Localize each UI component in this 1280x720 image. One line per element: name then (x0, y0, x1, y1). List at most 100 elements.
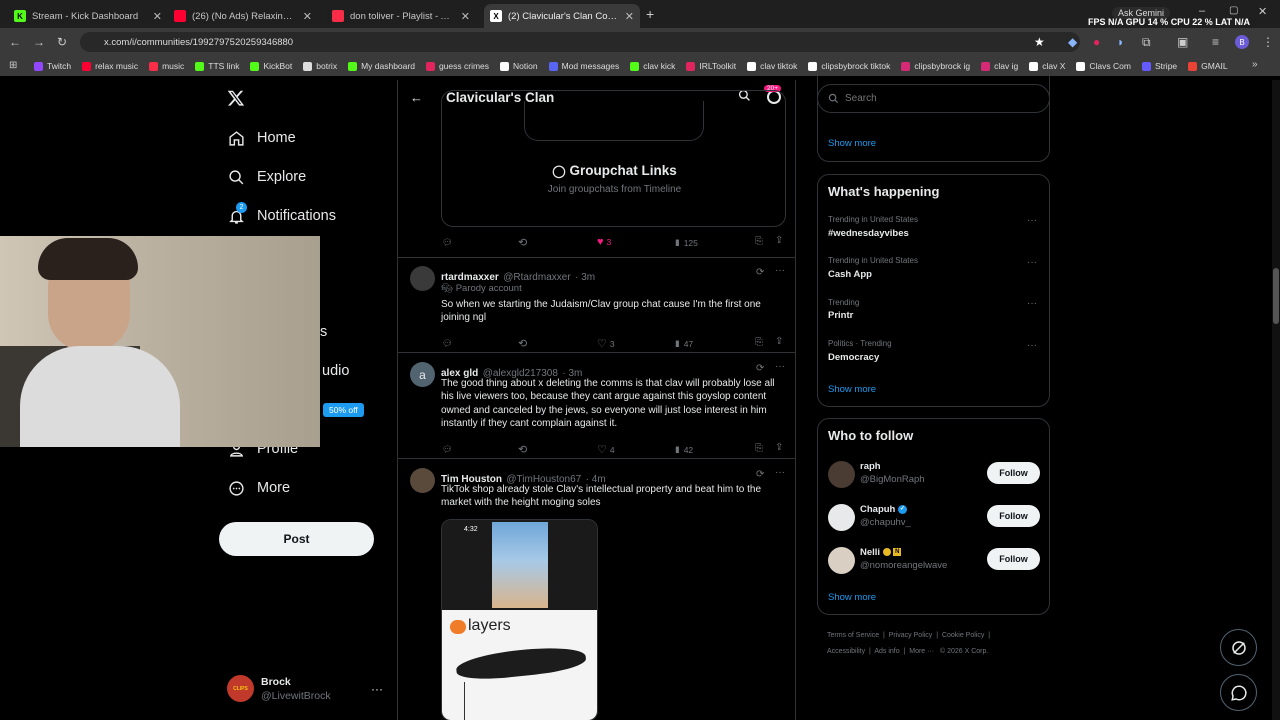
show-more-link[interactable]: Show more (828, 384, 876, 395)
trend-menu-icon[interactable]: ··· (1027, 340, 1037, 351)
bookmark-icon[interactable]: ⎘ (755, 337, 763, 348)
tab-clavicular-community[interactable]: X (2) Clavicular's Clan Community ✕ (484, 4, 640, 28)
bookmark-item[interactable]: clav tiktok (747, 61, 797, 71)
tweet-menu-icon[interactable]: ··· (775, 361, 785, 372)
bookmark-icon[interactable]: ⎘ (755, 443, 763, 454)
tab-apple-music[interactable]: don toliver - Playlist - Apple Mu ✕ (326, 4, 476, 28)
follow-suggestion-name[interactable]: Nelli (860, 547, 880, 558)
account-menu-icon[interactable]: ··· (371, 682, 383, 696)
extension-icon[interactable]: ● (1093, 35, 1100, 49)
forward-icon[interactable]: → (33, 35, 45, 49)
apps-grid-icon[interactable]: ⊞ (9, 60, 17, 71)
footer-link[interactable]: Terms of Service (827, 632, 879, 639)
bookmark-item[interactable]: guess crimes (425, 61, 489, 71)
scrollbar-thumb[interactable] (1273, 268, 1279, 324)
back-icon[interactable]: ← (9, 35, 21, 49)
nav-home[interactable]: Home (227, 129, 296, 147)
bookmark-item[interactable]: GMAIL (1188, 61, 1228, 71)
trend-name[interactable]: Printr (828, 310, 853, 321)
messages-fab-button[interactable] (1220, 674, 1257, 711)
author-handle[interactable]: @Rtardmaxxer (503, 272, 570, 283)
extension-icon[interactable]: ◗ (1117, 35, 1124, 49)
close-window-icon[interactable]: ✕ (1258, 5, 1267, 18)
follow-button[interactable]: Follow (987, 505, 1040, 527)
bookmark-item[interactable]: Twitch (34, 61, 71, 71)
tweet-time[interactable]: · 3m (575, 272, 595, 283)
grok-icon[interactable]: ⟳ (756, 469, 764, 480)
maximize-icon[interactable]: ▢ (1229, 5, 1238, 16)
bookmark-icon[interactable]: ⎘ (755, 236, 763, 247)
bookmark-item[interactable]: KickBot (250, 61, 292, 71)
new-tab-button[interactable]: + (646, 6, 654, 22)
back-arrow-icon[interactable]: ← (410, 90, 423, 105)
avatar[interactable]: a (410, 362, 435, 387)
footer-link[interactable]: Ads info (874, 648, 899, 655)
bookmark-item[interactable]: Clavs Com (1076, 61, 1131, 71)
trend-menu-icon[interactable]: ··· (1027, 257, 1037, 268)
bookmark-item[interactable]: TTS link (195, 61, 239, 71)
bookmark-item[interactable]: botrix (303, 61, 337, 71)
bookmark-item[interactable]: music (149, 61, 184, 71)
bookmark-item[interactable]: My dashboard (348, 61, 415, 71)
minimize-icon[interactable]: – (1199, 5, 1205, 17)
extension-icon[interactable]: ◆ (1068, 35, 1077, 49)
footer-link[interactable]: More ··· (909, 648, 934, 655)
sidebar-icon[interactable]: ▣ (1177, 35, 1188, 49)
repost-icon[interactable]: ⟲ (518, 236, 527, 249)
bookmark-item[interactable]: clipsbybrock ig (901, 61, 970, 71)
close-icon[interactable]: ✕ (625, 10, 634, 23)
follow-button[interactable]: Follow (987, 548, 1040, 570)
reload-icon[interactable]: ↻ (57, 35, 67, 49)
like-button[interactable]: ♥ 3 (597, 236, 611, 248)
tab-kick-dashboard[interactable]: K Stream - Kick Dashboard ✕ (8, 4, 168, 28)
views-button[interactable]: ▮ 125 (675, 237, 698, 248)
menu-icon[interactable]: ⋮ (1262, 35, 1274, 49)
tweet-menu-icon[interactable]: ··· (775, 265, 785, 276)
tweet[interactable]: rtardmaxxer @Rtardmaxxer · 3m ⟳ ··· 🎭︎ P… (398, 258, 795, 352)
grok-fab-button[interactable] (1220, 629, 1257, 666)
x-logo-icon[interactable] (227, 89, 245, 112)
trend-name[interactable]: Democracy (828, 352, 879, 363)
bookmark-item[interactable]: IRLToolkit (686, 61, 736, 71)
groupchat-card[interactable]: ◯ Groupchat Links Join groupchats from T… (441, 90, 786, 227)
tweet[interactable]: a alex gld @alexgld217308 · 3m ⟳ ··· The… (398, 353, 795, 458)
bookmark-item[interactable]: clipsbybrock tiktok (808, 61, 890, 71)
footer-link[interactable]: Privacy Policy (889, 632, 933, 639)
show-more-link[interactable]: Show more (828, 138, 876, 149)
avatar[interactable] (828, 547, 855, 574)
follow-button[interactable]: Follow (987, 462, 1040, 484)
close-icon[interactable]: ✕ (303, 10, 312, 23)
reply-icon[interactable]: 💬︎ (442, 338, 453, 349)
bookmark-star-icon[interactable]: ★ (1034, 35, 1045, 49)
close-icon[interactable]: ✕ (153, 10, 162, 23)
tab-relaxing-music[interactable]: (26) (No Ads) Relaxing Music Fo ✕ (168, 4, 318, 28)
avatar[interactable] (410, 468, 435, 493)
share-icon[interactable]: ⇪ (775, 442, 783, 453)
trend-name[interactable]: #wednesdayvibes (828, 228, 909, 239)
avatar[interactable] (828, 461, 855, 488)
follow-suggestion-name[interactable]: Chapuh (860, 504, 895, 515)
tweet-menu-icon[interactable]: ··· (775, 467, 785, 478)
follow-suggestion-name[interactable]: raph (860, 461, 881, 472)
bookmark-item[interactable]: Stripe (1141, 61, 1177, 71)
trend-name[interactable]: Cash App (828, 269, 872, 280)
bookmark-item[interactable]: clav kick (630, 61, 675, 71)
avatar[interactable] (410, 266, 435, 291)
nav-notifications[interactable]: 2 Notifications (227, 202, 336, 225)
trend-menu-icon[interactable]: ··· (1027, 215, 1037, 226)
views-button[interactable]: ▮ 47 (675, 338, 693, 349)
profile-avatar[interactable]: B (1235, 35, 1249, 49)
close-icon[interactable]: ✕ (461, 10, 470, 23)
tweet-media[interactable]: 4:32 layers (441, 519, 598, 720)
author-name[interactable]: rtardmaxxer (441, 272, 499, 283)
footer-link[interactable]: Accessibility (827, 648, 865, 655)
bookmark-item[interactable]: Notion (500, 61, 538, 71)
bookmark-item[interactable]: Mod messages (548, 61, 619, 71)
address-bar[interactable]: x.com/i/communities/1992797520259346880 (80, 32, 1080, 52)
reply-icon[interactable]: 💬︎ (442, 444, 453, 455)
bookmarks-overflow-icon[interactable]: » (1252, 59, 1258, 70)
repost-icon[interactable]: ⟲ (518, 337, 527, 350)
bookmark-item[interactable]: clav ig (981, 61, 1018, 71)
bookmark-item[interactable]: clav X (1029, 61, 1065, 71)
post-button[interactable]: Post (219, 522, 374, 556)
